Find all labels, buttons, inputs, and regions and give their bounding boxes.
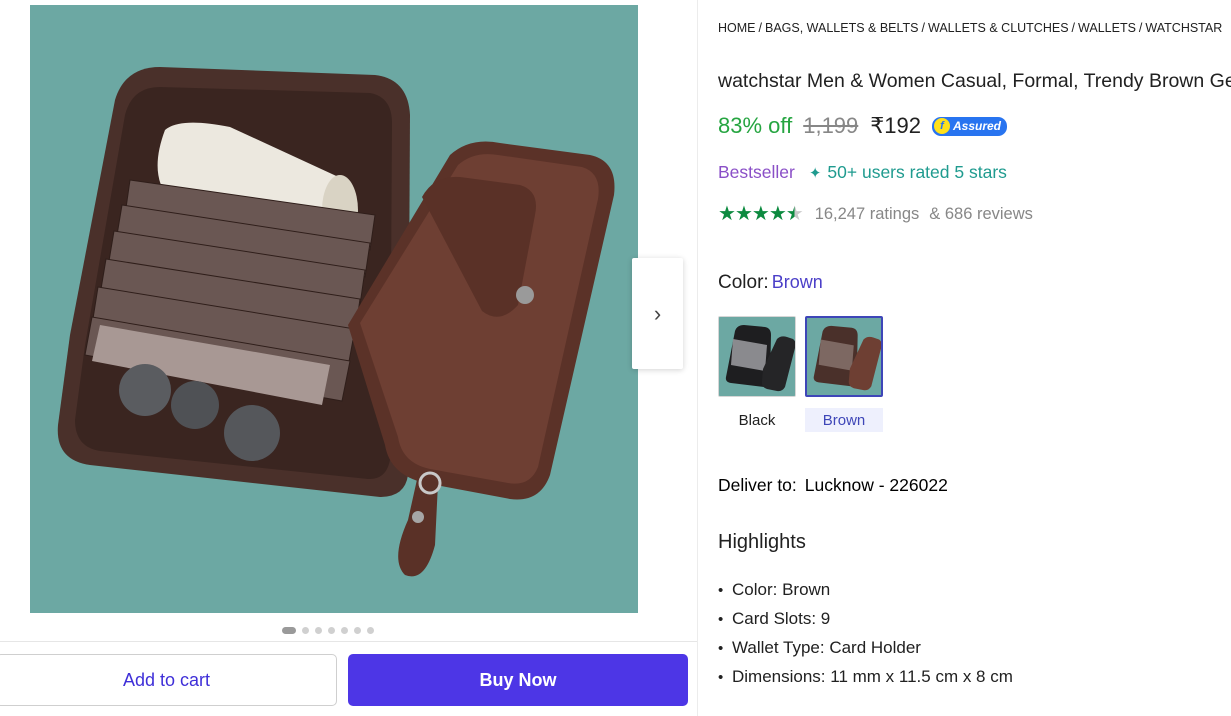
breadcrumb-item[interactable]: HOME	[718, 21, 756, 35]
color-swatch-black[interactable]	[718, 316, 796, 397]
discount-percent: 83% off	[718, 113, 793, 138]
breadcrumb-item[interactable]: BAGS, WALLETS & BELTS	[765, 21, 919, 35]
users-rated-text: 50+ users rated 5 stars	[827, 162, 1007, 182]
price-row: 83% off 1,199 ₹192 f Assured	[718, 113, 1008, 139]
breadcrumb-item[interactable]: WATCHSTAR	[1145, 21, 1222, 35]
breadcrumb-separator: /	[758, 21, 762, 35]
breadcrumb-separator: /	[921, 21, 925, 35]
breadcrumb: HOME / BAGS, WALLETS & BELTS / WALLETS & CLU…	[718, 21, 1222, 35]
gallery-dot[interactable]	[354, 627, 361, 634]
deliver-label: Deliver to:	[718, 475, 797, 495]
breadcrumb-separator: /	[1138, 21, 1143, 35]
product-details: HOME / BAGS, WALLETS & BELTS / WALLETS & CLU…	[718, 0, 1231, 716]
color-option-black[interactable]: Black	[718, 408, 796, 432]
gallery-dot[interactable]	[282, 627, 296, 634]
star-icon: ★	[751, 203, 770, 225]
half-star-icon: ★	[785, 203, 804, 225]
bestseller-row: Bestseller ✦ 50+ users rated 5 stars	[718, 162, 1007, 183]
original-price: 1,199	[803, 113, 859, 138]
buy-now-button[interactable]: Buy Now	[348, 654, 688, 706]
selling-price: ₹192	[870, 113, 921, 138]
color-selector-label: Color: Brown	[718, 272, 823, 294]
color-option-brown[interactable]: Brown	[805, 408, 883, 432]
gallery-dot[interactable]	[367, 627, 374, 634]
flipkart-logo-icon: f	[933, 118, 950, 134]
color-swatch-brown[interactable]	[805, 316, 883, 397]
highlight-item: Card Slots: 9	[718, 605, 1013, 634]
swatch-thumbnail	[807, 318, 881, 395]
bestseller-tag: Bestseller	[718, 162, 795, 182]
highlight-item: Dimensions: 11 mm x 11.5 cm x 8 cm	[718, 663, 1013, 692]
gallery-dot[interactable]	[341, 627, 348, 634]
breadcrumb-item[interactable]: WALLETS & CLUTCHES	[928, 21, 1069, 35]
assured-badge: f Assured	[931, 116, 1008, 136]
divider	[0, 641, 697, 642]
highlight-item: Color: Brown	[718, 576, 1013, 605]
gallery-dots	[282, 627, 374, 634]
next-image-button[interactable]: ›	[632, 258, 683, 369]
star-icon: ★	[734, 203, 753, 225]
add-to-cart-button[interactable]: Add to cart	[0, 654, 337, 706]
ratings-count: 16,247 ratings	[814, 204, 920, 223]
product-image[interactable]	[30, 5, 638, 613]
highlights-title: Highlights	[718, 531, 806, 553]
color-label: Color:	[718, 272, 769, 293]
delivery-info: Deliver to: Lucknow - 226022	[718, 475, 948, 496]
highlights-list: Color: Brown Card Slots: 9 Wallet Type: …	[718, 576, 1013, 692]
product-title: watchstar Men & Women Casual, Formal, Tr…	[718, 70, 1231, 92]
assured-label: Assured	[952, 119, 1002, 133]
breadcrumb-separator: /	[1071, 21, 1076, 35]
star-icon: ★	[718, 203, 736, 225]
gallery-dot[interactable]	[315, 627, 322, 634]
divider	[697, 0, 698, 716]
highlight-item: Wallet Type: Card Holder	[718, 634, 1013, 663]
selected-color: Brown	[771, 272, 823, 292]
chevron-right-icon: ›	[653, 300, 662, 326]
product-gallery: › Add to cart Buy Now	[0, 0, 697, 716]
swatch-thumbnail	[719, 317, 795, 396]
gallery-dot[interactable]	[302, 627, 309, 634]
reviews-count: & 686 reviews	[929, 204, 1033, 223]
wallet-illustration	[30, 5, 638, 613]
star-rating: ★ ★ ★ ★ ★	[718, 203, 804, 225]
star-icon: ★	[768, 203, 787, 225]
breadcrumb-item[interactable]: WALLETS	[1078, 21, 1136, 35]
star-badge-icon: ✦	[808, 164, 822, 182]
rating-row[interactable]: ★ ★ ★ ★ ★ 16,247 ratings & 686 reviews	[718, 204, 1033, 224]
gallery-dot[interactable]	[328, 627, 335, 634]
delivery-location[interactable]: Lucknow - 226022	[805, 475, 948, 495]
